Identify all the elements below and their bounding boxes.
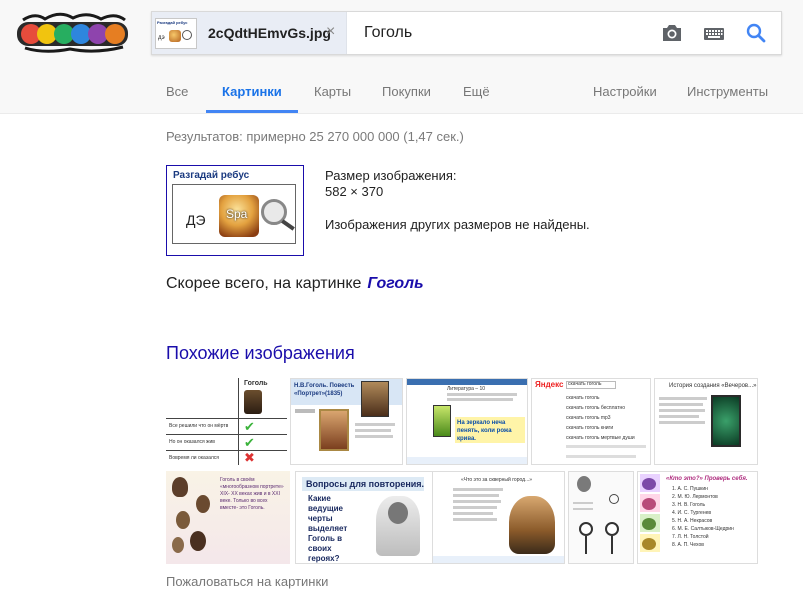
camera-icon[interactable] — [660, 22, 684, 44]
thumbnail-title: Разгадай ребус — [173, 170, 250, 181]
cross-icon: ✖ — [244, 450, 255, 465]
best-guess: Скорее всего, на картинке Гоголь — [166, 275, 424, 293]
uploaded-image-thumbnail: Разгадай ребус дэ — [155, 18, 197, 49]
book-cover — [711, 395, 741, 447]
quiz-item-1: 1. А. С. Пушкин — [672, 486, 708, 492]
portrait-small — [196, 495, 210, 513]
magnifier-handle — [281, 219, 295, 231]
header: Разгадай ребус дэ 2cQdtHEmvGs.jpg × Гого… — [0, 0, 803, 114]
quiz-item-8: 8. А. П. Чехов — [672, 542, 704, 548]
quiz-item-2: 2. М. Ю. Лермонтов — [672, 494, 718, 500]
slide-quote: «Что это за скверный город...» — [461, 477, 533, 483]
similar-image-8[interactable]: «Что это за скверный город...» — [432, 471, 565, 564]
chip-thumb-title: Разгадай ребус — [157, 20, 188, 25]
check-icon: ✔ — [244, 419, 255, 434]
slide-title: Вопросы для повторения. — [306, 479, 425, 489]
thumbnail-text: ДЭ — [186, 212, 206, 228]
similar-image-10[interactable]: «Кто это?» Проверь себя. 1. А. С. Пушкин… — [637, 471, 758, 564]
proverb-text: На зеркало неча пенять, коли рожа крива. — [457, 420, 512, 442]
keyboard-icon[interactable] — [702, 22, 726, 44]
suggestion-4: скачать гоголь книги — [566, 425, 614, 431]
no-other-sizes-text: Изображения других размеров не найдены. — [325, 217, 590, 232]
quiz-item-3: 3. Н. В. Гоголь — [672, 502, 706, 508]
quiz-item-4: 4. И. С. Тургенев — [672, 510, 712, 516]
tab-maps[interactable]: Карты — [314, 84, 351, 99]
thumbnail-picture: ДЭ Spa — [172, 184, 296, 244]
slide-bullet: Какие ведущие черты выделяет Гоголь в св… — [308, 494, 348, 563]
thumbnail-spa-image: Spa — [219, 195, 259, 237]
suggestion-1: скачать гоголь — [566, 395, 600, 401]
uploaded-filename: 2cQdtHEmvGs.jpg — [208, 25, 331, 41]
portrait-painting — [319, 409, 349, 451]
chip-thumb-text: дэ — [158, 35, 165, 41]
smiley-icon — [579, 522, 593, 536]
tab-more[interactable]: Ещё — [463, 84, 490, 99]
smiley-icon — [605, 522, 619, 536]
chip-thumb-magnifier — [182, 30, 192, 40]
remove-image-icon[interactable]: × — [326, 23, 335, 41]
result-stats: Результатов: примерно 25 270 000 000 (1,… — [166, 129, 464, 144]
thumbnail-spa-text: Spa — [226, 207, 248, 221]
similar-images-title[interactable]: Похожие изображения — [166, 343, 355, 364]
quiz-item-7: 7. Л. Н. Толстой — [672, 534, 709, 540]
image-info: Размер изображения: 582 × 370 Изображени… — [325, 168, 590, 233]
best-guess-link[interactable]: Гоголь — [367, 275, 423, 292]
yandex-logo: Яндекс — [535, 380, 564, 389]
similar-image-1[interactable]: Гоголь Все решили что он мёртв Но он ока… — [166, 378, 287, 465]
search-input[interactable] — [364, 19, 644, 47]
portrait-small — [172, 477, 188, 497]
book-cover — [433, 405, 451, 437]
tab-settings[interactable]: Настройки — [593, 84, 657, 99]
suggestion-3: скачать гоголь mp3 — [566, 415, 611, 421]
search-icon[interactable] — [744, 22, 768, 44]
tab-shopping[interactable]: Покупки — [382, 84, 431, 99]
portrait-small — [190, 531, 206, 551]
similar-image-7[interactable]: Вопросы для повторения. Какие ведущие че… — [295, 471, 433, 564]
search-tabs: Все Картинки Карты Покупки Ещё Настройки… — [0, 80, 803, 114]
similar-image-5[interactable]: История создания «Вечеров...» — [654, 378, 758, 465]
uploaded-image-chip[interactable]: Разгадай ребус дэ 2cQdtHEmvGs.jpg × — [152, 12, 347, 54]
gogol-portrait — [361, 381, 389, 417]
slide-label: Литература – 10 — [447, 386, 486, 392]
query-image-thumbnail[interactable]: Разгадай ребус ДЭ Spa — [166, 165, 304, 256]
slide-title: История создания «Вечеров...» — [669, 383, 757, 389]
yandex-query: скачать гоголь — [568, 381, 602, 387]
search-box: Разгадай ребус дэ 2cQdtHEmvGs.jpg × — [151, 11, 782, 55]
image-size-label: Размер изображения: — [325, 168, 457, 183]
suggestion-5: скачать гоголь мертвые души — [566, 435, 635, 441]
gogol-portrait — [244, 390, 262, 414]
table-row-2: Но он оказался жив — [169, 439, 215, 445]
quiz-item-6: 6. М. Е. Салтыков-Щедрин — [672, 526, 734, 532]
portrait-small — [172, 537, 184, 553]
table-row-1: Все решили что он мёртв — [169, 423, 229, 429]
image-size-value: 582 × 370 — [325, 184, 384, 199]
character-drawing — [509, 496, 555, 554]
table-header: Гоголь — [244, 380, 268, 387]
google-doodle-logo[interactable] — [15, 10, 130, 54]
table-row-3: Вовремя ли оказался — [169, 455, 219, 461]
similar-image-9[interactable] — [568, 471, 634, 564]
best-guess-prefix: Скорее всего, на картинке — [166, 275, 362, 292]
tab-tools[interactable]: Инструменты — [687, 84, 768, 99]
tab-images[interactable]: Картинки — [222, 84, 282, 99]
similar-image-3[interactable]: Литература – 10 На зеркало неча пенять, … — [406, 378, 528, 465]
suggestion-2: скачать гоголь бесплатно — [566, 405, 626, 411]
similar-image-6[interactable]: Гоголь в своём «многообразном портрете» … — [166, 471, 290, 564]
tab-all[interactable]: Все — [166, 84, 188, 99]
similar-image-4[interactable]: Яндекс скачать гоголь скачать гоголь ска… — [531, 378, 651, 465]
chip-thumb-picture — [169, 30, 181, 42]
active-tab-indicator — [206, 110, 298, 113]
quiz-item-5: 5. Н. А. Некрасов — [672, 518, 713, 524]
report-images-link[interactable]: Пожаловаться на картинки — [166, 574, 328, 589]
portrait-small — [176, 511, 190, 529]
slide-text: Гоголь в своём «многообразном портрете» … — [220, 477, 284, 511]
quiz-title: «Кто это?» Проверь себя. — [666, 476, 748, 482]
similar-image-2[interactable]: Н.В.Гоголь. Повесть «Портрет»(1835) — [290, 378, 403, 465]
check-icon: ✔ — [244, 435, 255, 450]
